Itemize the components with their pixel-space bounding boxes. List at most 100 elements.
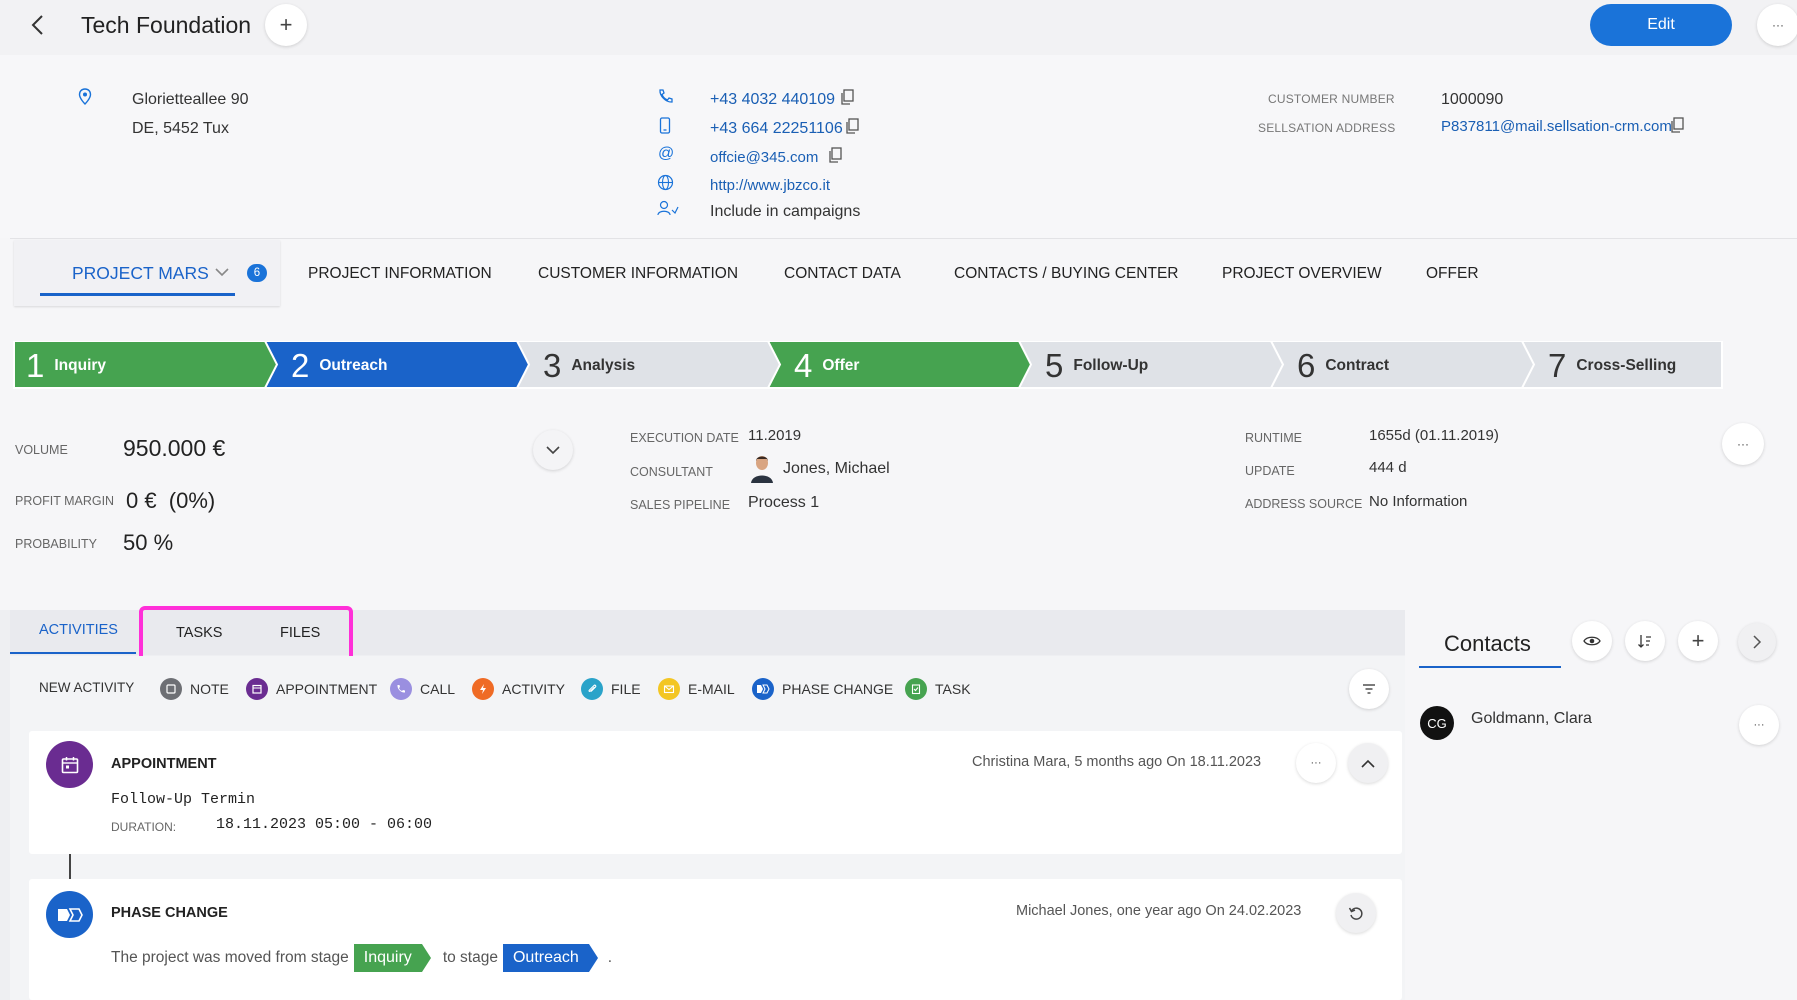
new-appointment-button[interactable]: APPOINTMENT	[246, 678, 377, 700]
contact-name[interactable]: Goldmann, Clara	[1471, 710, 1592, 728]
appointment-badge-icon	[46, 741, 93, 788]
phase-to-badge: Outreach	[502, 944, 589, 972]
stage-number: 1	[26, 346, 45, 384]
note-label: NOTE	[190, 681, 229, 697]
mobile-link[interactable]: +43 664 22251106	[710, 120, 843, 138]
phase-change-card	[29, 879, 1402, 1000]
eye-icon	[1583, 636, 1601, 646]
task-icon	[905, 678, 927, 700]
stage-number: 2	[291, 346, 310, 384]
phase-meta: Michael Jones, one year ago On 24.02.202…	[1016, 903, 1302, 919]
copy-phone-icon[interactable]	[840, 89, 855, 106]
appointment-subject: Follow-Up Termin	[111, 791, 256, 808]
duration-value: 18.11.2023 05:00 - 06:00	[216, 816, 433, 833]
customer-number: 1000090	[1441, 91, 1504, 108]
new-email-button[interactable]: E-MAIL	[658, 678, 735, 700]
copy-email-icon[interactable]	[828, 147, 843, 164]
stage-label: Contract	[1325, 356, 1390, 374]
address-source-label: ADDRESS SOURCE	[1245, 497, 1363, 511]
edit-button[interactable]: Edit	[1590, 4, 1732, 46]
address-line1: Glorietteallee 90	[132, 91, 249, 108]
stage-label: Offer	[822, 356, 860, 374]
more-options-button[interactable]: ···	[1757, 4, 1797, 46]
page-title: Tech Foundation	[81, 12, 252, 38]
add-button[interactable]: +	[265, 4, 307, 46]
tab-offer[interactable]: OFFER	[1426, 265, 1479, 283]
undo-icon[interactable]	[1336, 893, 1376, 933]
consultant-label: CONSULTANT	[630, 465, 713, 479]
paperclip-icon	[581, 678, 603, 700]
task-label: TASK	[935, 681, 971, 697]
appointment-more-button[interactable]: ···	[1296, 743, 1336, 783]
new-file-button[interactable]: FILE	[581, 678, 641, 700]
new-task-button[interactable]: TASK	[905, 678, 971, 700]
email-link[interactable]: offcie@345.com	[710, 149, 818, 166]
address-line2: DE, 5452 Tux	[132, 120, 229, 137]
contact-more-button[interactable]: ···	[1739, 705, 1779, 745]
phase-text: The project was moved from stage Inquiry…	[111, 944, 612, 972]
globe-icon	[657, 174, 674, 191]
stage-analysis[interactable]: 3 Analysis	[543, 342, 635, 389]
stage-label: Analysis	[571, 356, 636, 374]
stage-label: Outreach	[319, 356, 388, 374]
call-icon	[390, 678, 412, 700]
duration-label: DURATION:	[111, 820, 177, 834]
phase-title: PHASE CHANGE	[111, 905, 228, 921]
stage-offer[interactable]: 4 Offer	[794, 342, 859, 389]
expand-details-button[interactable]	[533, 430, 573, 470]
stage-contract[interactable]: 6 Contract	[1297, 342, 1389, 389]
phase-text-mid: to stage	[442, 949, 498, 966]
eye-button[interactable]	[1572, 621, 1612, 661]
tab-project-overview[interactable]: PROJECT OVERVIEW	[1222, 265, 1382, 283]
sellsation-link[interactable]: P837811@mail.sellsation-crm.com	[1441, 118, 1672, 135]
probability-value: 50 %	[123, 530, 174, 555]
project-count-badge: 6	[247, 264, 267, 282]
phase-change-label: PHASE CHANGE	[782, 681, 894, 697]
details-more-button[interactable]: ···	[1722, 423, 1764, 465]
new-activity-type-button[interactable]: ACTIVITY	[472, 678, 565, 700]
stage-follow-up[interactable]: 5 Follow-Up	[1045, 342, 1148, 389]
location-icon	[78, 88, 92, 106]
copy-mobile-icon[interactable]	[845, 118, 860, 135]
profit-margin-value: 0 € (0%)	[126, 488, 216, 513]
call-label: CALL	[420, 681, 456, 697]
stage-cross-selling[interactable]: 7 Cross-Selling	[1548, 342, 1676, 389]
tab-contact-data[interactable]: CONTACT DATA	[784, 265, 901, 283]
expand-panel-button[interactable]	[1738, 623, 1776, 661]
tab-contacts-buying-center[interactable]: CONTACTS / BUYING CENTER	[954, 265, 1178, 283]
collapse-button[interactable]	[1348, 743, 1388, 783]
tab-project-information[interactable]: PROJECT INFORMATION	[308, 265, 492, 283]
campaign-icon	[657, 200, 679, 217]
new-call-button[interactable]: CALL	[390, 678, 455, 700]
file-label: FILE	[611, 681, 641, 697]
stage-arrows	[13, 341, 1723, 389]
website-link[interactable]: http://www.jbzco.it	[710, 177, 830, 194]
phase-from-badge: Inquiry	[353, 944, 422, 972]
stage-inquiry[interactable]: 1 Inquiry	[26, 342, 106, 389]
campaigns-text: Include in campaigns	[710, 203, 861, 220]
phone-link[interactable]: +43 4032 440109	[710, 91, 835, 109]
update-label: UPDATE	[1245, 464, 1295, 478]
tab-customer-information[interactable]: CUSTOMER INFORMATION	[538, 265, 738, 283]
copy-sellsation-icon[interactable]	[1670, 117, 1685, 134]
sort-button[interactable]	[1625, 621, 1665, 661]
contacts-title-underline	[1419, 666, 1561, 668]
customer-info-panel	[0, 55, 1797, 238]
activity-icon	[472, 678, 494, 700]
stage-label: Cross-Selling	[1576, 356, 1677, 374]
new-note-button[interactable]: NOTE	[160, 678, 229, 700]
chevron-down-icon[interactable]	[215, 268, 229, 277]
tab-activities[interactable]: ACTIVITIES	[39, 622, 118, 638]
phase-badge-icon	[46, 891, 93, 938]
stage-number: 6	[1297, 346, 1316, 384]
new-phase-change-button[interactable]: PHASE CHANGE	[752, 678, 893, 700]
filter-button[interactable]	[1349, 669, 1389, 709]
phase-to-arrow	[588, 944, 598, 972]
stage-outreach[interactable]: 2 Outreach	[291, 342, 387, 389]
chevron-right-icon	[1752, 635, 1761, 649]
contacts-panel	[1405, 610, 1797, 1000]
appointment-meta: Christina Mara, 5 months ago On 18.11.20…	[972, 754, 1262, 770]
back-icon[interactable]	[22, 10, 52, 40]
email-icon: @	[658, 145, 675, 162]
add-contact-button[interactable]: +	[1678, 621, 1718, 661]
